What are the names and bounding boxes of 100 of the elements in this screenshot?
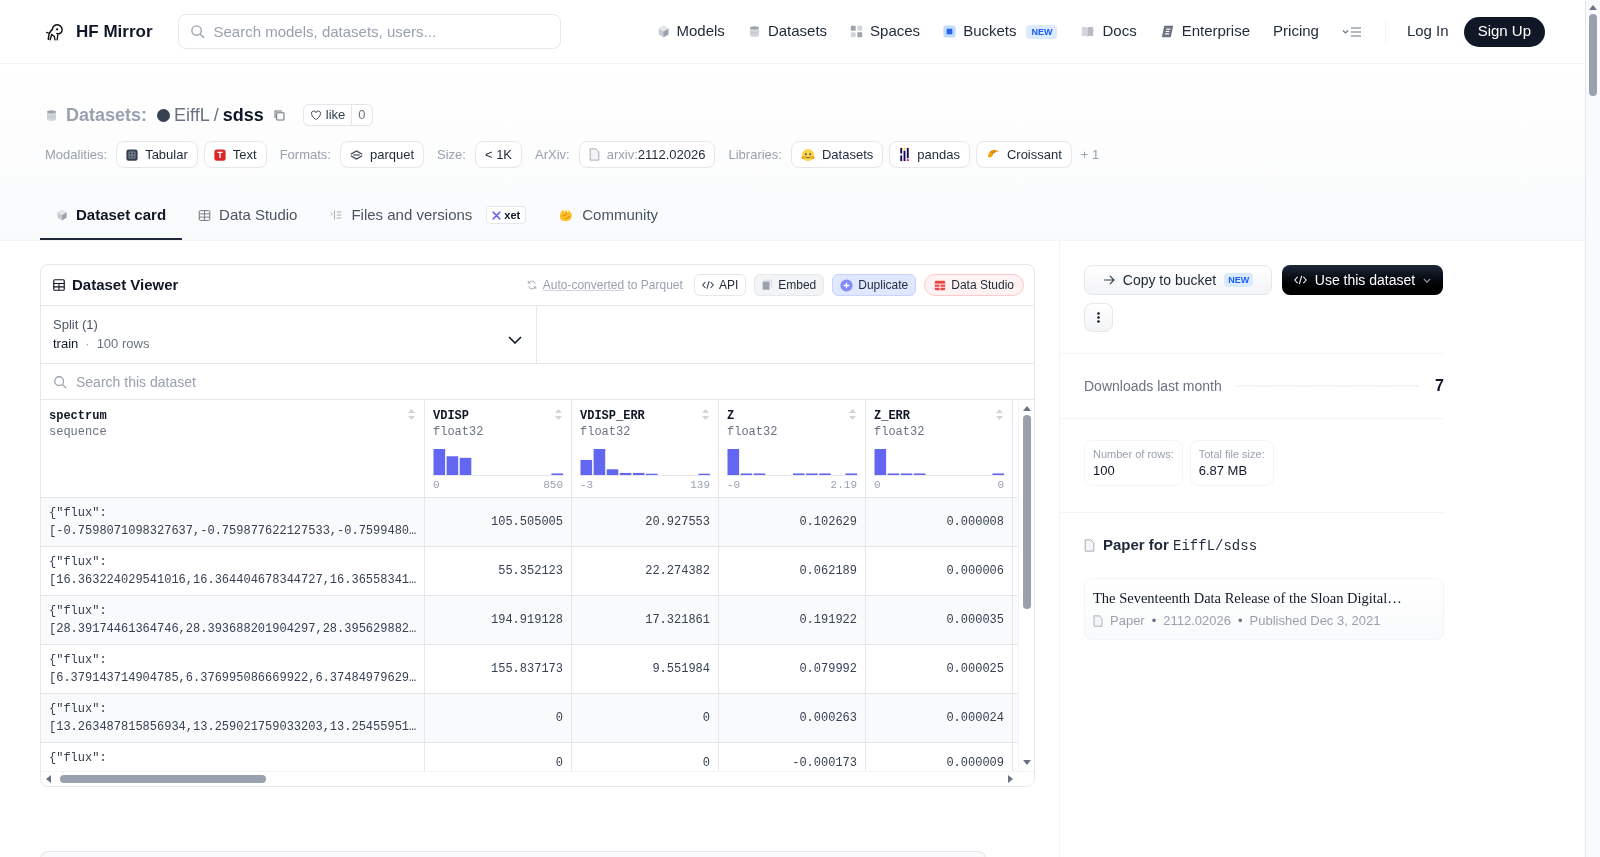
table-cell: 0.191922	[719, 596, 866, 644]
filter-tag[interactable]: Tabular	[116, 141, 198, 168]
tab[interactable]: Files and versions xet	[313, 192, 543, 240]
range-max-label: 139	[690, 478, 710, 492]
new-badge: NEW	[1026, 24, 1058, 39]
horizontal-scrollbar[interactable]	[41, 771, 1034, 786]
logo-icon	[44, 21, 65, 42]
grid-icon	[850, 25, 864, 38]
search-icon	[53, 375, 67, 389]
page-scrollbar[interactable]	[1585, 0, 1600, 857]
table-cell: 0.000024	[866, 694, 1013, 742]
viewer-action-button[interactable]: Duplicate	[832, 274, 917, 296]
tag-group-label: Size:	[437, 145, 466, 164]
nav-link[interactable]: Spaces	[850, 20, 921, 43]
use-dataset-button[interactable]: Use this dataset	[1282, 265, 1443, 295]
database-icon	[747, 25, 761, 38]
nav-link[interactable]: Pricing	[1273, 20, 1319, 43]
table-cell: 0.062189	[719, 547, 866, 595]
column-name: VDISP	[433, 408, 469, 424]
tag-group-label: ArXiv:	[535, 145, 570, 164]
split-select[interactable]: Split (1) train · 100 rows	[41, 306, 537, 363]
tab[interactable]: Community	[542, 192, 675, 240]
range-max-label: 0	[997, 478, 1004, 492]
layers-icon	[349, 149, 363, 160]
file-icon	[1084, 538, 1095, 552]
paper-card[interactable]: The Seventeenth Data Release of the Sloan Digital… Paper • 2112.02026 • Published Dec 3, 2021	[1084, 578, 1444, 640]
viewer-action-button[interactable]: Embed	[754, 274, 825, 296]
brand-link[interactable]: HF Mirror	[44, 18, 153, 45]
column-name: Z_ERR	[874, 408, 910, 424]
nav-link[interactable]: Docs	[1080, 20, 1137, 43]
column-name: spectrum	[49, 408, 107, 424]
database-icon	[45, 107, 58, 123]
filter-tag[interactable]: Croissant	[975, 141, 1072, 168]
arrow-right-icon	[1102, 275, 1115, 285]
nav-link[interactable]: Models	[656, 20, 725, 43]
viewer-action-button[interactable]: API	[693, 274, 747, 296]
stat-value: 100	[1093, 462, 1116, 480]
copy-to-bucket-button[interactable]: Copy to bucket NEW	[1084, 265, 1272, 295]
table-cell: {"flux": [13.263487815856934,13.259021759033203,13.25455951…	[41, 694, 425, 742]
sort-icon	[995, 408, 1004, 421]
grid-icon	[934, 279, 947, 291]
stat-label: Total file size:	[1198, 447, 1265, 462]
nav-link[interactable]: Datasets	[747, 20, 828, 43]
menu-icon	[1341, 25, 1362, 38]
column-type: float32	[433, 424, 484, 440]
list-icon	[329, 209, 344, 221]
tag-group-label: Libraries:	[728, 145, 782, 164]
table-cell: 22.274382	[572, 547, 719, 595]
table-cell: 0.000263	[719, 694, 866, 742]
meta-separator: •	[1151, 612, 1157, 630]
tab[interactable]: Data Studio	[182, 192, 314, 240]
filter-tag[interactable]: Datasets	[790, 141, 884, 168]
more-button[interactable]	[1084, 303, 1113, 332]
paper-title: The Seventeenth Data Release of the Sloan Digital…	[1093, 589, 1403, 608]
table-cell: 105.505005	[425, 498, 572, 546]
table-cell: {"flux": [-0.7598071098327637,-0.759877622127533,-0.7599480…	[41, 498, 425, 546]
refresh-icon	[526, 280, 537, 290]
range-max-label: 2.19	[830, 478, 857, 492]
copy-button[interactable]	[272, 108, 286, 122]
nav-link[interactable]: Enterprise	[1159, 20, 1251, 43]
sort-icon	[701, 408, 710, 421]
filter-tag[interactable]: Text	[203, 141, 267, 168]
filter-tag[interactable]: pandas	[889, 141, 970, 168]
like-button[interactable]: like 0	[302, 104, 373, 126]
table-cell: {"flux": [6.379143714904785,6.376995086669922,6.37484979629…	[41, 645, 425, 693]
table-icon	[53, 279, 65, 291]
tile-icon	[1159, 25, 1175, 38]
dataset-name[interactable]: sdss	[222, 101, 264, 129]
filter-tag[interactable]: arxiv:2112.02026	[578, 141, 716, 168]
copy-icon	[272, 108, 286, 122]
hands-icon	[558, 208, 575, 222]
paper-meta: Paper	[1110, 612, 1145, 630]
code-icon	[1293, 275, 1307, 285]
paper-meta: Published Dec 3, 2021	[1249, 612, 1381, 630]
vertical-scrollbar[interactable]	[1018, 400, 1034, 771]
stat-label: Number of rows:	[1093, 447, 1174, 462]
file-icon	[588, 148, 600, 161]
sign-up-button[interactable]: Sign Up	[1463, 16, 1545, 47]
table-icon	[198, 208, 212, 222]
table-cell: 55.352123	[425, 547, 572, 595]
column-type: float32	[727, 424, 778, 440]
column-name: Z	[727, 408, 735, 424]
paper-meta: 2112.02026	[1163, 612, 1231, 630]
avatar-icon	[157, 108, 171, 122]
filter-tag[interactable]: < 1K	[474, 141, 523, 168]
viewer-action-button[interactable]: Data Studio	[924, 274, 1024, 296]
table-cell: {"flux": [28.39174461364746,28.393688201904297,28.395629882…	[41, 596, 425, 644]
login-link[interactable]: Log In	[1406, 20, 1449, 43]
owner-link[interactable]: EiffL	[174, 101, 210, 129]
downloads-label: Downloads last month	[1084, 376, 1222, 396]
menu-button[interactable]	[1341, 25, 1362, 38]
stat-value: 6.87 MB	[1198, 462, 1249, 480]
book-icon	[1080, 25, 1096, 38]
nav-link[interactable]: Buckets NEW	[943, 20, 1058, 43]
tab[interactable]: Dataset card	[40, 192, 183, 240]
filter-tag[interactable]: parquet	[339, 141, 424, 168]
plus-circle-icon	[840, 278, 854, 292]
table-cell: {"flux": [16.363224029541016,16.364404678344727,16.36558341…	[41, 547, 425, 595]
search-field[interactable]: Search models, datasets, users...	[177, 14, 561, 49]
meta-separator: •	[1238, 612, 1243, 630]
